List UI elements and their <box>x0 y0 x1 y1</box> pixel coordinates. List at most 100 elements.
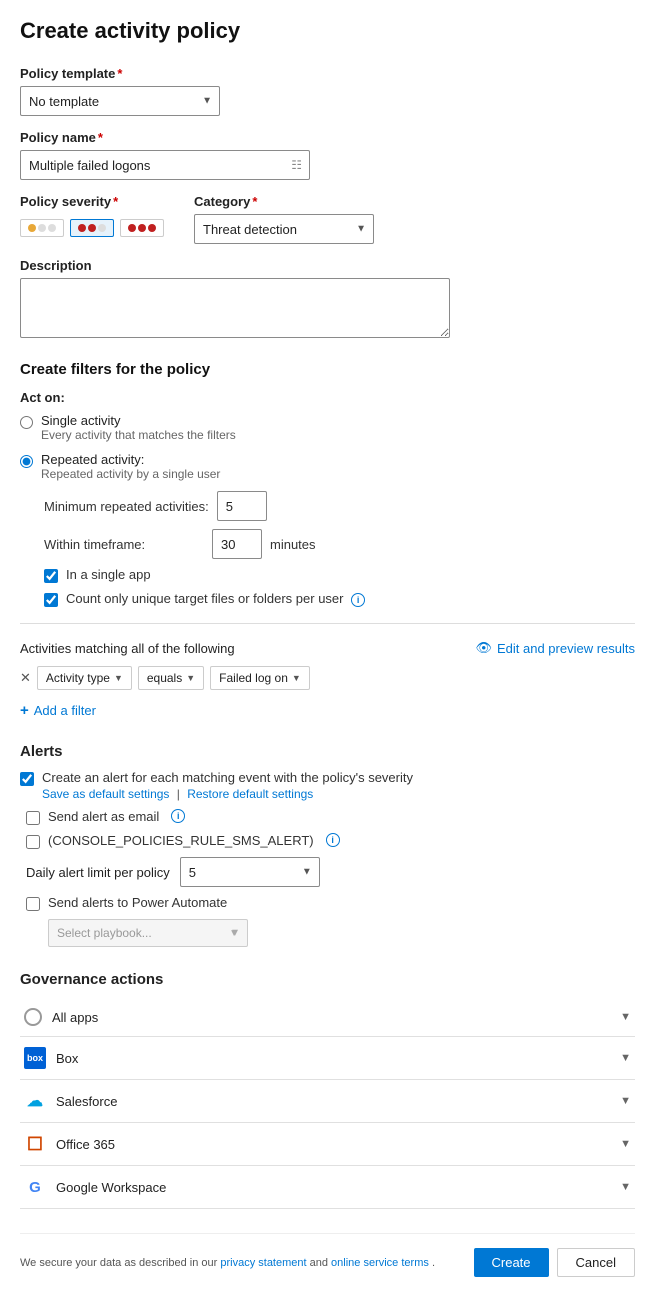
power-automate-label: Send alerts to Power Automate <box>48 895 227 910</box>
save-default-link[interactable]: Save as default settings <box>42 787 169 801</box>
severity-med-dot3 <box>98 224 106 232</box>
minimum-activities-label: Minimum repeated activities: <box>44 499 209 514</box>
policy-name-wrapper: ☷ <box>20 150 310 180</box>
power-automate-row: Send alerts to Power Automate <box>26 895 635 911</box>
box-label: Box <box>56 1051 78 1066</box>
policy-template-select[interactable]: No template <box>20 86 220 116</box>
repeated-activity-sub-label: Repeated activity by a single user <box>41 467 220 481</box>
footer-period: . <box>432 1257 435 1269</box>
policy-template-label: Policy template* <box>20 66 635 81</box>
repeated-activity-options: Minimum repeated activities: Within time… <box>44 491 635 607</box>
separator: | <box>177 787 183 801</box>
eye-icon: 👁 <box>475 640 492 656</box>
count-unique-label: Count only unique target files or folder… <box>66 591 344 606</box>
privacy-statement-link[interactable]: privacy statement <box>220 1257 306 1269</box>
severity-options <box>20 219 164 237</box>
send-email-label: Send alert as email <box>48 809 159 824</box>
salesforce-chevron-icon: ▼ <box>620 1095 631 1107</box>
equals-label: equals <box>147 671 182 685</box>
severity-high-dot3 <box>148 224 156 232</box>
in-single-app-checkbox[interactable] <box>44 569 58 583</box>
all-apps-left: All apps <box>24 1008 98 1026</box>
count-unique-info-icon[interactable]: i <box>351 593 365 607</box>
single-activity-sub-label: Every activity that matches the filters <box>41 428 236 442</box>
governance-office365[interactable]: ☐ Office 365 ▼ <box>20 1123 635 1166</box>
within-timeframe-label: Within timeframe: <box>44 537 204 552</box>
policy-name-input[interactable] <box>20 150 310 180</box>
default-settings-links: Save as default settings | Restore defau… <box>42 787 413 801</box>
service-terms-link[interactable]: online service terms <box>331 1257 429 1269</box>
governance-section: Governance actions All apps ▼ box Box ▼ … <box>20 971 635 1209</box>
create-button[interactable]: Create <box>474 1248 549 1277</box>
playbook-chevron-icon: ▼ <box>230 928 240 939</box>
cancel-button[interactable]: Cancel <box>557 1248 635 1277</box>
governance-salesforce[interactable]: ☁ Salesforce ▼ <box>20 1080 635 1123</box>
edit-preview-link[interactable]: 👁 Edit and preview results <box>475 640 635 656</box>
in-single-app-label: In a single app <box>66 567 151 582</box>
severity-low-dot3 <box>48 224 56 232</box>
edit-preview-text: Edit and preview results <box>497 641 635 656</box>
add-filter-plus-icon: + <box>20 702 29 719</box>
add-filter-btn[interactable]: + Add a filter <box>20 698 96 723</box>
restore-default-link[interactable]: Restore default settings <box>187 787 313 801</box>
send-email-info-icon[interactable]: i <box>171 809 185 823</box>
alert-sub-options: Send alert as email i (CONSOLE_POLICIES_… <box>26 809 635 947</box>
alerts-section: Alerts Create an alert for each matching… <box>20 743 635 947</box>
description-label: Description <box>20 258 635 273</box>
severity-med-dot1 <box>78 224 86 232</box>
sms-alert-checkbox[interactable] <box>26 835 40 849</box>
severity-low-dot2 <box>38 224 46 232</box>
repeated-activity-label-group: Repeated activity: Repeated activity by … <box>41 452 220 481</box>
activity-type-filter-btn[interactable]: Activity type ▼ <box>37 666 132 690</box>
send-email-row: Send alert as email i <box>26 809 635 825</box>
daily-limit-select[interactable]: 5 1 10 20 50 <box>180 857 320 887</box>
act-on-label: Act on: <box>20 390 635 405</box>
single-activity-radio[interactable] <box>20 416 33 429</box>
repeated-activity-option: Repeated activity: Repeated activity by … <box>20 452 635 481</box>
office365-label: Office 365 <box>56 1137 115 1152</box>
filter-value-btn[interactable]: Failed log on ▼ <box>210 666 310 690</box>
governance-google-workspace[interactable]: G Google Workspace ▼ <box>20 1166 635 1209</box>
add-filter-label: Add a filter <box>34 703 96 718</box>
box-chevron-icon: ▼ <box>620 1052 631 1064</box>
description-input[interactable] <box>20 278 450 338</box>
category-select[interactable]: Threat detection <box>194 214 374 244</box>
all-apps-label: All apps <box>52 1010 98 1025</box>
repeated-activity-radio[interactable] <box>20 455 33 468</box>
all-apps-chevron-icon: ▼ <box>620 1011 631 1023</box>
category-label: Category* <box>194 194 374 209</box>
policy-name-icon: ☷ <box>291 158 302 172</box>
severity-med-dot2 <box>88 224 96 232</box>
playbook-placeholder: Select playbook... <box>57 926 152 940</box>
google-workspace-left: G Google Workspace <box>24 1176 166 1198</box>
count-unique-row: Count only unique target files or folder… <box>44 591 635 607</box>
governance-box[interactable]: box Box ▼ <box>20 1037 635 1080</box>
severity-medium-btn[interactable] <box>70 219 114 237</box>
google-workspace-icon: G <box>24 1176 46 1198</box>
salesforce-icon: ☁ <box>24 1090 46 1112</box>
category-dropdown-wrapper: Threat detection ▼ <box>194 214 374 244</box>
create-alert-checkbox[interactable] <box>20 772 34 786</box>
filter-value-chevron-icon: ▼ <box>292 673 301 683</box>
remove-filter-icon[interactable]: ✕ <box>20 670 31 686</box>
footer-bar: We secure your data as described in our … <box>20 1233 635 1277</box>
count-unique-checkbox[interactable] <box>44 593 58 607</box>
footer-buttons: Create Cancel <box>474 1248 636 1277</box>
governance-all-apps[interactable]: All apps ▼ <box>20 998 635 1037</box>
office365-icon: ☐ <box>24 1133 46 1155</box>
minimum-activities-input[interactable] <box>217 491 267 521</box>
severity-low-btn[interactable] <box>20 219 64 237</box>
send-email-checkbox[interactable] <box>26 811 40 825</box>
create-alert-row: Create an alert for each matching event … <box>20 770 635 801</box>
equals-filter-btn[interactable]: equals ▼ <box>138 666 204 690</box>
power-automate-checkbox[interactable] <box>26 897 40 911</box>
office365-left: ☐ Office 365 <box>24 1133 115 1155</box>
filter-header: Activities matching all of the following… <box>20 640 635 656</box>
google-workspace-label: Google Workspace <box>56 1180 166 1195</box>
minimum-activities-field: Minimum repeated activities: <box>44 491 635 521</box>
daily-limit-dropdown-wrapper: 5 1 10 20 50 ▼ <box>180 857 320 887</box>
sms-alert-info-icon[interactable]: i <box>326 833 340 847</box>
severity-high-btn[interactable] <box>120 219 164 237</box>
sms-alert-row: (CONSOLE_POLICIES_RULE_SMS_ALERT) i <box>26 833 635 849</box>
within-timeframe-input[interactable] <box>212 529 262 559</box>
